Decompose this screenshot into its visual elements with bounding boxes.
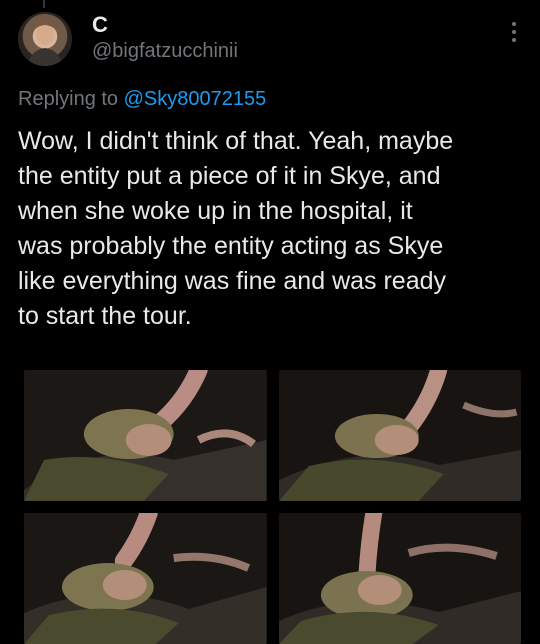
media-grid[interactable] [24, 370, 521, 644]
more-vertical-icon[interactable] [508, 22, 520, 48]
media-image-1[interactable] [24, 370, 267, 501]
avatar-image [28, 20, 62, 66]
mention-link[interactable]: @Sky80072155 [124, 88, 267, 110]
replying-prefix: Replying to [18, 88, 124, 110]
media-image-3[interactable] [24, 513, 267, 644]
thread-connector-line [43, 0, 45, 8]
media-image-4[interactable] [278, 513, 521, 644]
display-name[interactable]: C [92, 12, 108, 38]
tweet-text: Wow, I didn't think of that. Yeah, maybe… [18, 127, 454, 330]
replying-to: Replying to @Sky80072155 [18, 88, 266, 111]
media-image-2[interactable] [278, 370, 521, 501]
avatar[interactable] [18, 12, 72, 66]
user-handle[interactable]: @bigfatzucchinii [92, 40, 238, 63]
